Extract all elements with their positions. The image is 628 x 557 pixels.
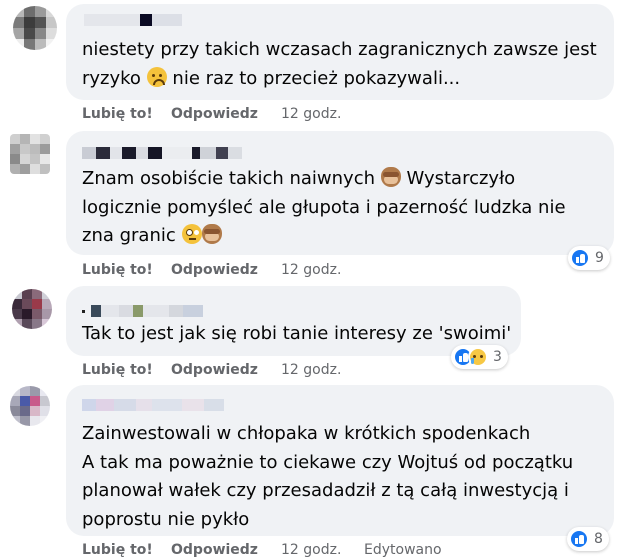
- edited-label[interactable]: Edytowano: [364, 542, 442, 557]
- comment-text-line: logicznie pomyśleć ale głupota i pazerno…: [82, 196, 566, 218]
- comment-text-line: A tak ma poważnie to ciekawe czy Wojtuś …: [82, 451, 574, 473]
- comment-text-line: planował wałek czy przesadadził z tą cał…: [82, 480, 569, 501]
- reaction-summary[interactable]: 9: [568, 246, 610, 270]
- commenter-name-redacted[interactable]: [82, 146, 242, 160]
- see-no-evil-monkey-emoji-icon: [380, 167, 401, 187]
- reply-link[interactable]: Odpowiedz: [171, 262, 258, 278]
- timestamp-link[interactable]: 12 godz.: [281, 262, 341, 278]
- frowning-face-emoji-icon: [146, 66, 167, 87]
- like-link[interactable]: Lubię to!: [82, 362, 153, 378]
- commenter-name-redacted[interactable]: [84, 13, 182, 27]
- like-reaction-icon: [570, 248, 590, 268]
- commenter-avatar[interactable]: [13, 6, 57, 50]
- comment-text-line: Znam osobiście takich naiwnych: [82, 168, 375, 189]
- comment-bubble: Tak to jest jak się robi tanie interesy …: [66, 286, 521, 356]
- comment-text-line: Zainwestowali w chłopaka w krótkich spod…: [82, 423, 531, 444]
- comment-text: Zainwestowali w chłopaka w krótkich spod…: [82, 420, 573, 534]
- comment-text-line: nie raz to przecież pokazywali...: [172, 67, 461, 89]
- comment-text-line: niestety przy takich wczasach zagraniczn…: [82, 39, 597, 60]
- timestamp-link[interactable]: 12 godz.: [281, 106, 341, 122]
- comment-bubble: Znam osobiście takich naiwnych Wystarczy…: [66, 131, 614, 255]
- reply-link[interactable]: Odpowiedz: [171, 362, 258, 378]
- reply-link[interactable]: Odpowiedz: [171, 106, 258, 122]
- timestamp-link[interactable]: 12 godz.: [281, 542, 341, 557]
- commenter-avatar[interactable]: [10, 386, 50, 426]
- like-link[interactable]: Lubię to!: [82, 262, 153, 278]
- commenter-name-redacted[interactable]: [82, 398, 224, 412]
- comment-bubble: niestety przy takich wczasach zagraniczn…: [66, 4, 614, 100]
- reaction-count: 9: [595, 250, 604, 266]
- reaction-summary[interactable]: 3: [451, 345, 508, 369]
- timestamp-link[interactable]: 12 godz.: [281, 362, 341, 378]
- comment-text: niestety przy takich wczasach zagraniczn…: [82, 36, 597, 93]
- comment-text-line: Wystarczyło: [406, 168, 516, 189]
- comment-text-line: zna granic: [82, 225, 176, 246]
- comment-bubble: Zainwestowali w chłopaka w krótkich spod…: [66, 385, 614, 536]
- comment-text: Tak to jest jak się robi tanie interesy …: [82, 320, 511, 349]
- commenter-name-redacted[interactable]: [82, 304, 203, 318]
- reaction-count: 3: [493, 349, 502, 365]
- reply-link[interactable]: Odpowiedz: [171, 542, 258, 557]
- commenter-avatar[interactable]: [10, 134, 50, 174]
- face-with-rolling-eyes-emoji-icon: [181, 224, 202, 244]
- see-no-evil-monkey-emoji-icon: [201, 224, 222, 244]
- like-reaction-icon: [569, 529, 589, 549]
- comment-text-line: Tak to jest jak się robi tanie interesy …: [82, 323, 512, 344]
- comment-text: Znam osobiście takich naiwnych Wystarczy…: [82, 165, 566, 251]
- like-link[interactable]: Lubię to!: [82, 542, 153, 557]
- reaction-summary[interactable]: 8: [567, 527, 609, 551]
- commenter-avatar[interactable]: [12, 289, 52, 329]
- reaction-count: 8: [594, 531, 603, 547]
- comment-text-line: ryzyko: [82, 67, 141, 89]
- sad-reaction-icon: [468, 347, 488, 367]
- comment-text-line: poprostu nie pykło: [82, 508, 250, 530]
- like-link[interactable]: Lubię to!: [82, 106, 153, 122]
